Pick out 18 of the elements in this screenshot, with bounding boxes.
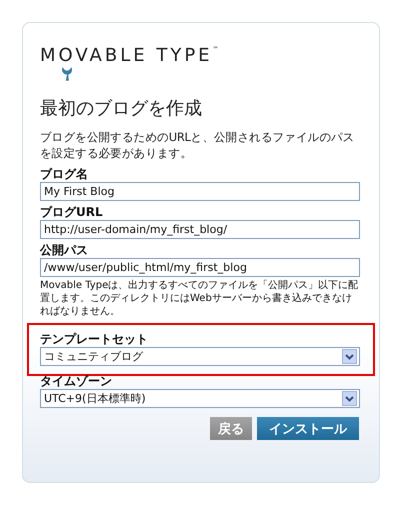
dropdown[interactable]: UTC+9(日本標準時) bbox=[40, 389, 360, 408]
field-label: タイムゾーン bbox=[40, 374, 113, 389]
chevron-down-icon bbox=[342, 391, 357, 406]
field-label: テンプレートセット bbox=[40, 332, 149, 347]
text-field[interactable]: http://user-domain/my_first_blog/ bbox=[40, 220, 360, 239]
chevron-down-icon bbox=[342, 349, 357, 364]
text-field[interactable]: /www/user/public_html/my_first_blog bbox=[40, 258, 360, 277]
wrench-icon bbox=[59, 66, 75, 82]
text-field[interactable]: My First Blog bbox=[40, 182, 360, 201]
page-title: 最初のブログを作成 bbox=[40, 97, 203, 121]
intro-text: ブログを公開するためのURLと、公開されるファイルのパスを設定する必要があります。 bbox=[40, 129, 356, 161]
field-label: 公開パス bbox=[40, 243, 89, 258]
field-label: ブログURL bbox=[40, 205, 104, 220]
install-button[interactable]: インストール bbox=[257, 417, 359, 440]
field-label: ブログ名 bbox=[40, 167, 89, 182]
dropdown[interactable]: コミュニティブログ bbox=[40, 347, 360, 366]
logo-text: MOVABLE TYPE bbox=[40, 47, 213, 65]
help-text: Movable Typeは、出力するすべてのファイルを「公開パス」以下に配置します。このディレクトリにはWebサーバーから書き込みできなければなりません。 bbox=[40, 279, 360, 318]
